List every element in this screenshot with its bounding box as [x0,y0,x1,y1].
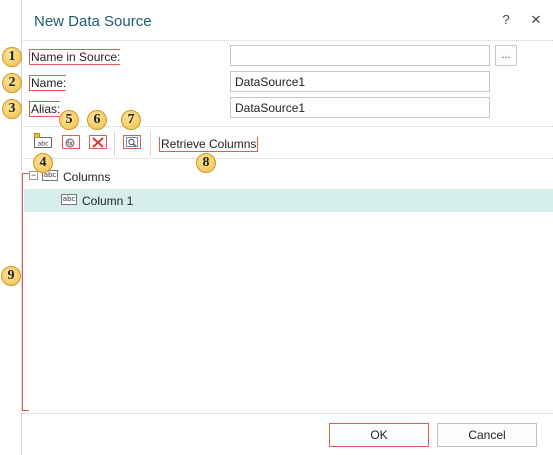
callout-1: 1 [2,47,22,67]
callout-4: 4 [33,153,53,173]
callout-9: 9 [1,266,21,286]
alias-field[interactable]: DataSource1 [230,97,490,118]
retrieve-columns-button[interactable]: Retrieve Columns [159,137,259,152]
ok-button[interactable]: OK [329,423,429,447]
name-label: Name: [29,75,67,91]
tree-node-label: Columns [63,170,111,184]
columns-tree[interactable]: − abc Columns abc Column 1 [24,165,553,411]
dialog-footer: OK Cancel [22,413,553,455]
delete-icon[interactable] [89,133,107,151]
tree-row-column-1[interactable]: abc Column 1 [24,189,553,212]
callout-8: 8 [196,153,216,173]
tree-node-label: Column 1 [82,194,134,208]
view-data-icon[interactable] [123,133,141,151]
callout-2: 2 [2,73,22,93]
collapse-icon[interactable]: − [29,171,38,180]
toolbar-separator-2 [150,131,151,155]
tree-annotation-bracket [22,173,29,411]
callout-6: 6 [87,110,107,130]
name-in-source-label: Name in Source: [29,49,121,65]
alias-label: Alias: [29,101,61,117]
svg-text:fx: fx [67,140,73,147]
browse-button[interactable]: ... [495,45,517,66]
new-data-source-dialog: New Data Source ? ✕ Name in Source: ... … [21,0,553,455]
name-in-source-field[interactable] [230,45,490,66]
callout-5: 5 [59,110,79,130]
svg-text:abc: abc [38,141,49,148]
dialog-title: New Data Source [34,13,152,30]
column-node-icon: abc [61,194,77,205]
cancel-button[interactable]: Cancel [437,423,537,447]
close-button[interactable]: ✕ [526,10,546,30]
toolbar-separator-line [22,158,553,159]
callout-3: 3 [2,99,22,119]
help-button[interactable]: ? [496,10,516,30]
tree-row-columns[interactable]: − abc Columns [24,165,553,188]
toolbar-separator [114,131,115,155]
title-separator [22,40,553,41]
new-calculated-column-icon[interactable]: fx [62,133,80,151]
new-column-icon[interactable]: abc [34,133,52,151]
callout-7: 7 [121,110,141,130]
name-field[interactable]: DataSource1 [230,71,490,92]
